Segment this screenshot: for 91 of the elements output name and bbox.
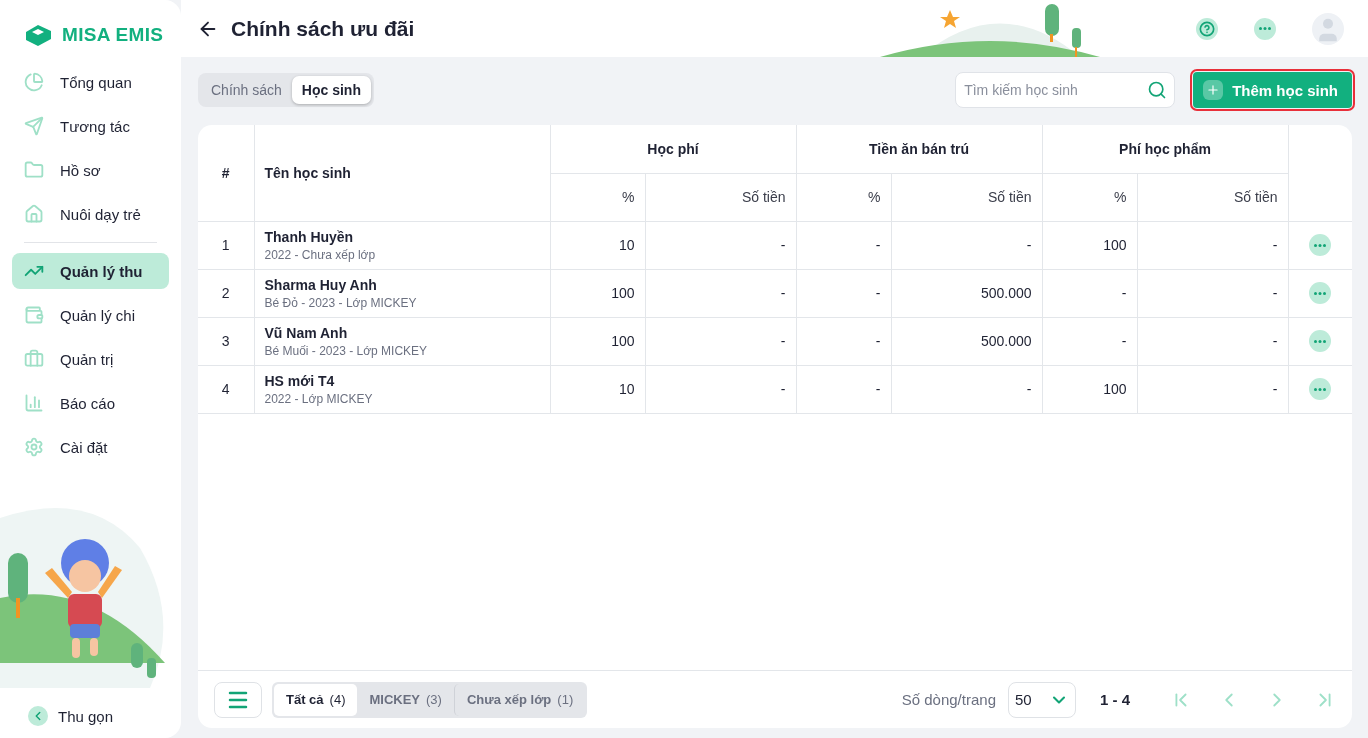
column-header: % [796,173,891,221]
table-cell: 2 [198,269,254,317]
sidebar-item[interactable]: Quản lý chi [12,297,169,333]
table-cell: 100 [550,317,645,365]
search-icon [1147,80,1168,100]
column-header: Học phí [550,125,796,173]
table-cell: 3 [198,317,254,365]
brand-name: MISA EMIS [62,24,164,46]
tab[interactable]: Chính sách [201,76,292,104]
student-detail: 2022 - Lớp MICKEY [264,391,374,406]
briefcase-icon [24,349,44,369]
row-menu-button[interactable] [1309,330,1332,352]
column-header: Phí học phẩm [1042,125,1288,173]
page-title: Chính sách ưu đãi [231,16,416,41]
sidebar-item[interactable]: Quản lý thu [12,253,169,289]
ellipsis-icon [1314,243,1327,247]
sidebar-item[interactable]: Nuôi dạy trẻ [12,196,169,232]
menu-button[interactable] [214,681,262,718]
table-cell: 4 [198,365,254,413]
more-button[interactable] [1254,17,1276,40]
table-cell: - [796,317,891,365]
table-cell: - [1042,269,1137,317]
student-detail: Bé Đỏ - 2023 - Lớp MICKEY [264,295,418,310]
ellipsis-icon [1314,339,1327,343]
page-range: 1 - 4 [1100,691,1130,708]
student-name: HS mới T4 [264,372,336,389]
table-cell: 1 [198,221,254,269]
sidebar-item[interactable]: Hồ sơ [12,152,169,188]
table-cell: - [1137,317,1288,365]
filter-tab[interactable]: Chưa xếp lớp (1) [453,683,586,716]
student-name: Thanh Huyền [264,228,355,245]
help-button[interactable] [1196,17,1218,40]
filter-tab[interactable]: MICKEY (3) [357,683,454,716]
table-cell: - [796,269,891,317]
student-name: Sharma Huy Anh [264,276,378,293]
table-cell: 500.000 [891,269,1042,317]
sidebar-item[interactable]: Tổng quan [12,64,169,100]
collapse-label[interactable]: Thu gọn [58,707,114,725]
column-header: Số tiền [645,173,796,221]
table-cell: - [796,365,891,413]
sidebar-item[interactable]: Quản trị [12,341,169,377]
table-cell: - [645,221,796,269]
student-detail: Bé Muối - 2023 - Lớp MICKEY [264,343,429,358]
table-cell: - [645,269,796,317]
table-cell: 10 [550,365,645,413]
table-cell: - [1137,365,1288,413]
house-icon [24,204,44,224]
ellipsis-icon [1259,27,1271,30]
table-cell: 500.000 [891,317,1042,365]
filter-tab[interactable]: Tất cả (4) [274,683,358,716]
plus-icon [1206,83,1221,97]
sidebar-item[interactable]: Báo cáo [12,385,169,421]
ellipsis-icon [1314,291,1327,295]
row-menu-button[interactable] [1309,282,1332,304]
collapse-button[interactable] [28,706,48,726]
table-cell: 100 [1042,365,1137,413]
column-header: Số tiền [891,173,1042,221]
row-menu-button[interactable] [1309,378,1332,400]
folder-icon [24,160,44,180]
paper-plane-icon [24,116,44,136]
page-size-select[interactable]: 50 [1008,681,1076,718]
table-cell: - [645,365,796,413]
student-name: Vũ Nam Anh [264,324,349,341]
search-field[interactable]: Tìm kiếm học sinh [955,72,1176,108]
table-cell: - [1042,317,1137,365]
table-cell: 10 [550,221,645,269]
table-cell: - [796,221,891,269]
sidebar-item[interactable]: Tương tác [12,108,169,144]
ellipsis-icon [1314,387,1327,391]
table-cell: - [1137,221,1288,269]
column-header: % [550,173,645,221]
help-icon [1199,20,1215,37]
column-header: # [198,125,254,221]
pie-chart-icon [24,72,44,92]
student-detail: 2022 - Chưa xếp lớp [264,247,377,262]
sidebar-item[interactable]: Cài đặt [12,429,169,465]
table-cell: - [891,365,1042,413]
row-menu-button[interactable] [1309,234,1332,256]
table-cell: 100 [550,269,645,317]
column-header: % [1042,173,1137,221]
settings-icon [24,437,44,457]
table-cell: - [645,317,796,365]
tab[interactable]: Học sinh [291,76,371,104]
table-cell: - [891,221,1042,269]
rows-per-page-label: Số dòng/trang [901,691,996,708]
bar-chart-icon [24,393,44,413]
column-header: Tên học sinh [254,125,550,221]
table-cell: 100 [1042,221,1137,269]
table-cell: - [1137,269,1288,317]
wallet-icon [24,305,44,325]
column-header: Tiền ăn bán trú [796,125,1042,173]
